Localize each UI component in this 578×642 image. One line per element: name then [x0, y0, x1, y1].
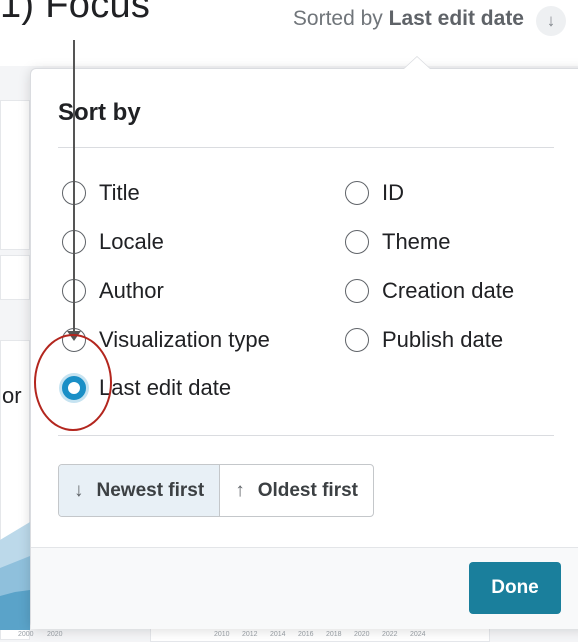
sort-option-label: Theme: [382, 229, 451, 254]
sort-option-id[interactable]: ID: [345, 180, 404, 206]
divider-bottom: [58, 435, 554, 436]
newest-first-label: Newest first: [96, 479, 205, 501]
background-card-top: [0, 100, 30, 250]
sort-order-toggle: ↓ Newest first ↑ Oldest first: [58, 464, 375, 517]
annotation-pointer-line: [73, 40, 75, 332]
axis-tick: 2000: [18, 631, 34, 638]
arrow-up-icon: ↑: [235, 479, 245, 501]
radio-icon[interactable]: [345, 328, 369, 352]
background-area-chart: [0, 522, 30, 630]
sort-option-creation-date[interactable]: Creation date: [345, 278, 514, 304]
popover-footer: Done: [31, 547, 578, 629]
axis-tick: 2022: [382, 631, 398, 638]
divider-top: [58, 147, 554, 148]
axis-tick: 2012: [242, 631, 258, 638]
sort-summary[interactable]: Sorted by Last edit date: [293, 7, 524, 31]
axis-tick: 2024: [410, 631, 426, 638]
sort-option-publish-date[interactable]: Publish date: [345, 327, 503, 353]
background-card-bottom: [150, 628, 490, 642]
sort-option-author[interactable]: Author: [62, 278, 164, 304]
axis-tick: 2016: [298, 631, 314, 638]
sort-option-locale[interactable]: Locale: [62, 229, 164, 255]
done-button[interactable]: Done: [469, 562, 561, 614]
sort-summary-value: Last edit date: [388, 7, 524, 30]
newest-first-button[interactable]: ↓ Newest first: [59, 465, 220, 516]
axis-tick: 2020: [354, 631, 370, 638]
arrow-down-icon: ↓: [74, 479, 84, 501]
sort-option-label: Title: [99, 180, 140, 205]
sort-direction-icon[interactable]: ↓: [536, 6, 566, 36]
radio-icon[interactable]: [345, 279, 369, 303]
axis-tick: 2014: [270, 631, 286, 638]
sort-option-label: Locale: [99, 229, 164, 254]
sort-option-label: Creation date: [382, 278, 515, 303]
sort-option-label: Author: [99, 278, 164, 303]
axis-tick: 2010: [214, 631, 230, 638]
popover-title: Sort by: [58, 99, 141, 126]
sort-option-label: Last edit date: [99, 375, 232, 400]
annotation-highlight-circle: [34, 334, 112, 431]
background-card-middle: [0, 255, 30, 300]
sort-option-theme[interactable]: Theme: [345, 229, 450, 255]
oldest-first-button[interactable]: ↑ Oldest first: [219, 465, 373, 516]
background-heading: 1) Focus: [0, 0, 151, 26]
axis-tick: 2020: [47, 631, 63, 638]
sort-option-label: Publish date: [382, 327, 504, 352]
axis-tick: 2018: [326, 631, 342, 638]
background-text-fragment: or: [2, 383, 22, 408]
popover-caret: [403, 56, 431, 69]
sort-popover: Sort by Title Locale Author Visualizatio…: [30, 56, 578, 629]
radio-icon[interactable]: [345, 181, 369, 205]
sort-option-label: Visualization type: [99, 327, 270, 352]
oldest-first-label: Oldest first: [257, 479, 359, 501]
radio-icon[interactable]: [345, 230, 369, 254]
sort-summary-prefix: Sorted by: [292, 7, 383, 30]
sort-option-label: ID: [382, 180, 404, 205]
